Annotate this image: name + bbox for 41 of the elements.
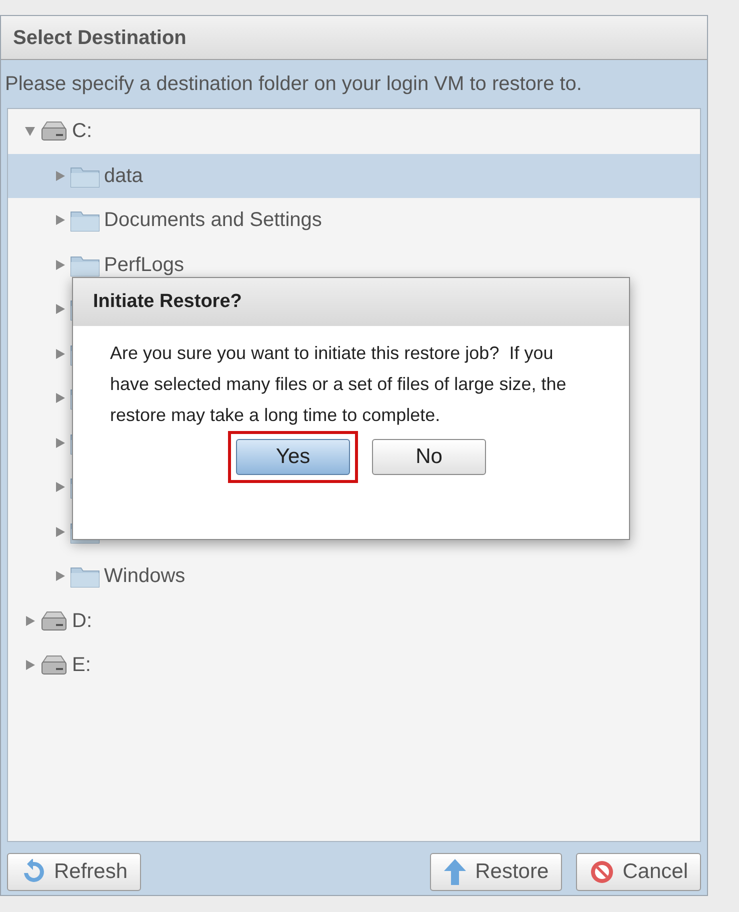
drive-icon	[40, 610, 68, 632]
restore-button[interactable]: Restore	[430, 853, 562, 891]
tree-item-label: Documents and Settings	[104, 208, 322, 234]
tree-item[interactable]: C:	[8, 109, 700, 154]
expanded-arrow-icon[interactable]	[24, 125, 36, 138]
collapsed-arrow-icon[interactable]	[54, 481, 66, 494]
tree-item[interactable]: E:	[8, 643, 700, 688]
tree-item-label: E:	[72, 653, 91, 678]
refresh-button[interactable]: Refresh	[7, 853, 141, 891]
tree-item[interactable]: Documents and Settings	[8, 198, 700, 242]
collapsed-arrow-icon[interactable]	[54, 214, 66, 226]
tree-item[interactable]: PerfLogs	[8, 242, 700, 287]
collapsed-arrow-icon[interactable]	[54, 303, 66, 316]
drive-icon	[40, 654, 68, 676]
collapsed-arrow-icon[interactable]	[54, 392, 66, 404]
collapsed-arrow-icon[interactable]	[54, 436, 66, 449]
cancel-button[interactable]: Cancel	[576, 853, 701, 891]
dialog-button[interactable]: Yes	[236, 439, 350, 475]
collapsed-arrow-icon[interactable]	[54, 258, 66, 271]
drive-icon	[40, 120, 68, 142]
tree-item-label: D:	[72, 608, 92, 634]
tree-item-label: Windows	[104, 564, 186, 590]
collapsed-arrow-icon[interactable]	[54, 170, 66, 182]
window-title: Select Destination	[13, 26, 186, 50]
dialog-title: Initiate Restore?	[93, 290, 242, 314]
tree-item-label: C:	[72, 119, 92, 144]
collapsed-arrow-icon[interactable]	[54, 526, 66, 538]
dialog-button[interactable]: No	[372, 439, 486, 475]
dialog-message: Are you sure you want to initiate this restore job? If you have selected many files or a set of files of large size, the restore may take a long time to complete.	[110, 342, 568, 427]
collapsed-arrow-icon[interactable]	[54, 570, 66, 582]
up-arrow-icon	[443, 858, 468, 886]
collapsed-arrow-icon[interactable]	[24, 614, 36, 627]
tree-item-label: PerfLogs	[104, 252, 184, 278]
tree-item[interactable]: data	[8, 154, 700, 198]
cancel-icon	[588, 859, 615, 885]
tree-item-label: data	[104, 164, 143, 189]
instruction-text: Please specify a destination folder on your login VM to restore to.	[5, 72, 582, 97]
collapsed-arrow-icon[interactable]	[24, 659, 36, 672]
tree-item[interactable]: Windows	[8, 554, 700, 598]
tree-item[interactable]: D:	[8, 598, 700, 643]
collapsed-arrow-icon[interactable]	[54, 348, 66, 360]
